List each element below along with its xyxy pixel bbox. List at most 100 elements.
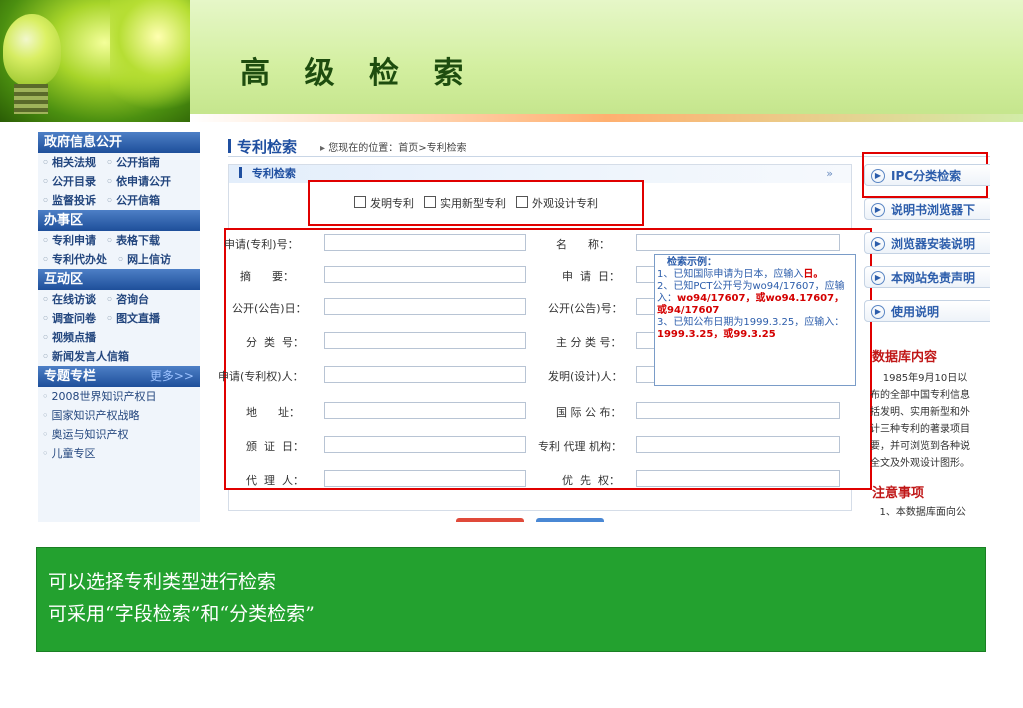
note-line: 可以选择专利类型进行检索	[48, 571, 277, 593]
sidebar-section-title: 专题专栏 更多>>	[38, 366, 200, 387]
sidebar-link[interactable]: 儿童专区	[42, 444, 96, 463]
sidebar-link[interactable]: 网上信访	[117, 250, 171, 269]
design-patent-option[interactable]: 外观设计专利	[516, 195, 598, 211]
green-note-box: 可以选择专利类型进行检索 可采用“字段检索”和“分类检索”	[36, 547, 986, 652]
sidebar-row: 专利代办处 网上信访	[38, 250, 200, 269]
double-chevron-icon[interactable]: »	[826, 165, 833, 183]
sidebar-link[interactable]: 图文直播	[106, 309, 160, 328]
viewer-install-link[interactable]: ▶ 浏览器安装说明	[864, 232, 990, 254]
field-label: 发明(设计)人：	[548, 370, 623, 383]
arrow-right-icon: ▶	[871, 305, 885, 319]
sidebar-link[interactable]: 公开信箱	[106, 191, 160, 210]
sidebar-nav: 政府信息公开 相关法规 公开指南 公开目录 依申请公开 监督投诉 公开信箱 办事…	[38, 132, 200, 522]
sidebar-section-title: 办事区	[38, 210, 200, 231]
international-publication-input[interactable]	[636, 402, 840, 419]
search-button[interactable]	[456, 518, 524, 522]
lightbulb-image	[0, 0, 190, 122]
example-highlight: 日。	[803, 269, 824, 280]
checkbox[interactable]	[354, 196, 366, 208]
field-label: 国 际 公 布：	[556, 406, 622, 419]
field-label: 名 称：	[556, 238, 610, 251]
field-label: 申请(专利权)人：	[218, 370, 304, 383]
sidebar-link[interactable]: 表格下载	[106, 231, 160, 250]
usage-guide-link[interactable]: ▶ 使用说明	[864, 300, 990, 322]
sidebar-link[interactable]: 在线访谈	[42, 290, 96, 309]
sidebar-link[interactable]: 监督投诉	[42, 191, 96, 210]
sidebar-link[interactable]: 调查问卷	[42, 309, 96, 328]
note-line: 可采用“字段检索”和“分类检索”	[48, 603, 315, 625]
grant-date-input[interactable]	[324, 436, 526, 453]
sidebar-link[interactable]: 咨询台	[106, 290, 149, 309]
sidebar-link[interactable]: 新闻发言人信箱	[42, 347, 129, 366]
disclaimer-link[interactable]: ▶ 本网站免责声明	[864, 266, 990, 288]
more-link[interactable]: 更多>>	[150, 366, 194, 387]
lightbulb-glow	[110, 0, 190, 122]
patent-agency-input[interactable]	[636, 436, 840, 453]
sidebar-link[interactable]: 2008世界知识产权日	[42, 387, 157, 406]
field-label: 代 理 人：	[246, 474, 304, 487]
field-label: 主 分 类 号：	[556, 336, 622, 349]
example-text: 1、已知国际申请为日本，应输入	[657, 269, 804, 280]
page-title: 专利检索	[228, 136, 297, 157]
example-line: 3、已知公布日期为1999.3.25，应输入：1999.3.25，或99.3.2…	[657, 317, 853, 341]
checkbox[interactable]	[424, 196, 436, 208]
utility-model-option[interactable]: 实用新型专利	[424, 195, 506, 211]
sidebar-row: 国家知识产权战略	[38, 406, 200, 425]
invention-patent-option[interactable]: 发明专利	[354, 195, 414, 211]
field-label: 公开(公告)日：	[232, 302, 307, 315]
sidebar-link[interactable]: 视频点播	[42, 328, 96, 347]
field-label: 申 请 日：	[562, 270, 620, 283]
priority-input[interactable]	[636, 470, 840, 487]
classification-input[interactable]	[324, 332, 526, 349]
example-highlight: 99.3.25	[733, 329, 776, 340]
sidebar-link[interactable]: 依申请公开	[106, 172, 171, 191]
sidebar-row: 相关法规 公开指南	[38, 153, 200, 172]
option-label: 实用新型专利	[440, 197, 506, 210]
link-label: IPC分类检索	[891, 169, 962, 183]
sidebar-row: 监督投诉 公开信箱	[38, 191, 200, 210]
field-label: 优 先 权：	[562, 474, 620, 487]
field-label: 颁 证 日：	[246, 440, 304, 453]
sidebar-link[interactable]: 专利申请	[42, 231, 96, 250]
title-input[interactable]	[636, 234, 840, 251]
viewer-download-link[interactable]: ▶ 说明书浏览器下	[864, 198, 990, 220]
example-highlight: 94/17607	[667, 305, 720, 316]
sidebar-link[interactable]: 相关法规	[42, 153, 96, 172]
notice-text: 1、本数据库面向公	[870, 507, 966, 518]
example-title: 检索示例：	[667, 257, 717, 268]
sidebar-row: 公开目录 依申请公开	[38, 172, 200, 191]
address-input[interactable]	[324, 402, 526, 419]
agent-input[interactable]	[324, 470, 526, 487]
example-text: ，或	[745, 293, 766, 304]
applicant-input[interactable]	[324, 366, 526, 383]
example-line: 1、已知国际申请为日本，应输入日。	[657, 269, 853, 281]
checkbox[interactable]	[516, 196, 528, 208]
sidebar-link[interactable]: 公开指南	[106, 153, 160, 172]
ipc-search-link[interactable]: ▶ IPC分类检索	[864, 164, 990, 186]
sidebar-row: 2008世界知识产权日	[38, 387, 200, 406]
publication-date-input[interactable]	[324, 298, 526, 315]
abstract-input[interactable]	[324, 266, 526, 283]
sidebar-link[interactable]: 国家知识产权战略	[42, 406, 140, 425]
sidebar-link[interactable]: 奥运与知识产权	[42, 425, 129, 444]
example-text: 3、已知公布日期为1999.3.25，应输入：	[657, 317, 845, 328]
panel-title: 专利检索	[251, 167, 296, 180]
sidebar-link[interactable]: 公开目录	[42, 172, 96, 191]
sidebar-row: 调查问卷 图文直播	[38, 309, 200, 328]
sidebar-row: 专利申请 表格下载	[38, 231, 200, 250]
application-number-input[interactable]	[324, 234, 526, 251]
example-highlight: wo94.17607	[765, 293, 835, 304]
sidebar-section-title: 互动区	[38, 269, 200, 290]
header-divider	[190, 114, 1023, 122]
sidebar-link[interactable]: 专利代办处	[42, 250, 107, 269]
database-heading: 数据库内容	[872, 350, 938, 365]
arrow-right-icon: ▶	[871, 169, 885, 183]
search-example-tooltip: 检索示例： 1、已知国际申请为日本，应输入日。 2、已知PCT公开号为wo94/…	[654, 254, 856, 386]
patent-type-selector: 发明专利 实用新型专利 外观设计专利	[308, 180, 644, 226]
example-line: 2、已知PCT公开号为wo94/17607，应输入：wo94/17607，或wo…	[657, 281, 853, 317]
sidebar-row: 视频点播	[38, 328, 200, 347]
field-label: 公开(公告)号：	[548, 302, 623, 315]
reset-button[interactable]	[536, 518, 604, 522]
database-description: 1985年9月10日以 布的全部中国专利信息 括发明、实用新型和外 计三种专利的…	[870, 373, 970, 469]
field-label: 专利 代理 机构：	[538, 440, 622, 453]
